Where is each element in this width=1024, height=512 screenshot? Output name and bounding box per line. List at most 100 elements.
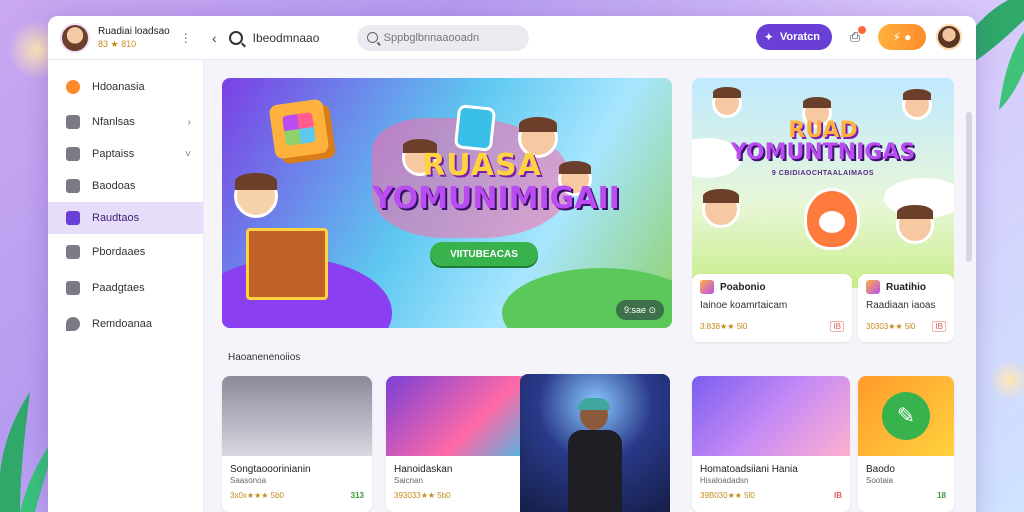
card-subtitle: Sootaia xyxy=(866,476,894,485)
sidebar-item-label: Nfanlsas xyxy=(92,116,135,128)
featured-item-b[interactable]: Ruatihio Raadiaan iaoas 30303★★ 5l0 IB xyxy=(858,274,954,342)
sidebar: Hdoanasia Nfanlsas › Paptaiss ˅ Baodoas … xyxy=(48,60,204,512)
search-bar[interactable] xyxy=(356,24,529,51)
card-meta: 3x0x★★★ 5b0 313 xyxy=(222,485,372,500)
box-icon xyxy=(66,245,80,259)
card-meta: 18 xyxy=(858,485,954,500)
hero-badge: 9:sae ⊙ xyxy=(615,300,664,320)
chart-icon xyxy=(66,211,80,225)
more-menu-icon[interactable]: ⋮ xyxy=(180,31,192,45)
coins-button[interactable]: ⚡ ● xyxy=(878,24,926,50)
sidebar-item-4[interactable]: Raudtaos xyxy=(48,202,203,234)
rating: 393033★★ 5b0 xyxy=(394,491,451,500)
card-thumbnail xyxy=(222,376,372,456)
section-title: Haoanenenoiios xyxy=(228,352,301,363)
content-card[interactable]: Songtaooorinianin Saasonoa 3x0x★★★ 5b0 3… xyxy=(222,376,372,512)
featured-card[interactable]: RUAD YOMUNTNIGAS 9 CBIDIAOCHTAALAIMAOS xyxy=(692,78,954,288)
rating: 39B030★★ 5l0 xyxy=(700,491,755,500)
notification-badge xyxy=(858,26,866,34)
featured-item-head: Poabonio xyxy=(700,280,844,294)
card-meta: 39B030★★ 5l0 IB xyxy=(692,485,850,500)
sidebar-item-2[interactable]: Paptaiss ˅ xyxy=(48,138,203,170)
sidebar-item-6[interactable]: Paadgtaes xyxy=(48,272,203,304)
chevron-down-icon: ˅ xyxy=(185,148,191,160)
card-meta: 393033★★ 5b0 3 xyxy=(386,485,536,500)
profile-stats: 83 ★ 810 xyxy=(98,38,137,49)
page-icon xyxy=(66,281,80,295)
sidebar-item-label: Raudtaos xyxy=(92,212,140,224)
hero-title-line-1: RUASA xyxy=(422,148,542,183)
primary-action-label: Voratcn xyxy=(779,31,820,43)
performer-illustration xyxy=(568,398,622,512)
sidebar-item-5[interactable]: Pbordaaes xyxy=(48,236,203,268)
app-window: Ruadiai loadsao 83 ★ 810 ⋮ ‹ Ibeodmnaao … xyxy=(48,16,976,512)
profile-name: Ruadiai loadsao xyxy=(98,25,170,37)
scrollbar[interactable] xyxy=(966,112,972,262)
avatar[interactable] xyxy=(60,22,90,53)
home-icon xyxy=(66,80,80,94)
document-icon xyxy=(66,147,80,161)
page-title: Ibeodmnaao xyxy=(252,30,320,45)
profile-header[interactable]: Ruadiai loadsao 83 ★ 810 ⋮ xyxy=(48,22,204,53)
video-card[interactable] xyxy=(520,374,670,512)
featured-subtitle: 9 CBIDIAOCHTAALAIMAOS xyxy=(771,170,875,177)
character-illustration xyxy=(902,89,932,120)
sparkle-icon: ✦ xyxy=(763,30,774,44)
featured-item-desc: Raadiaan iaoas xyxy=(866,300,936,311)
rating: 3x0x★★★ 5b0 xyxy=(230,491,284,500)
card-count: 313 xyxy=(350,491,364,500)
card-count: IB xyxy=(834,491,842,500)
sidebar-item-1[interactable]: Nfanlsas › xyxy=(48,106,203,138)
content-card[interactable]: Homatoadsiiani Hania Hisaloadadsn 39B030… xyxy=(692,376,850,512)
hero-banner[interactable]: RUASA YOMUNIMIGAII VIITUBEACAS 9:sae ⊙ xyxy=(222,78,672,328)
featured-item-a[interactable]: Poabonio Iainoe koamrtaicam 3:838★★ 5l0 … xyxy=(692,274,852,342)
featured-item-meta: 3:838★★ 5l0 IB xyxy=(700,321,844,332)
character-illustration xyxy=(234,173,278,218)
mascot-illustration xyxy=(804,188,860,250)
featured-item-meta: 30303★★ 5l0 IB xyxy=(866,321,946,332)
featured-item-name: Poabonio xyxy=(720,281,766,293)
performer-body xyxy=(568,430,622,512)
content-card[interactable]: ✎ Baodo Sootaia 18 xyxy=(858,376,954,512)
top-bar: Ruadiai loadsao 83 ★ 810 ⋮ ‹ Ibeodmnaao … xyxy=(48,16,976,60)
card-thumbnail xyxy=(692,376,850,456)
main-content: RUASA YOMUNIMIGAII VIITUBEACAS 9:sae ⊙ R… xyxy=(204,60,976,512)
house-icon xyxy=(66,115,80,129)
card-title: Songtaooorinianin xyxy=(230,464,311,475)
sidebar-item-home[interactable]: Hdoanasia xyxy=(48,68,203,106)
sidebar-item-7[interactable]: Remdoanaa xyxy=(48,308,203,340)
app-icon xyxy=(700,280,714,294)
stage-illustration xyxy=(246,228,328,300)
sidebar-item-label: Paptaiss xyxy=(92,148,135,160)
card-title: Hanoidaskan xyxy=(394,464,453,475)
content-card[interactable]: Hanoidaskan Saicnan 393033★★ 5b0 3 xyxy=(386,376,536,512)
character-illustration xyxy=(896,205,934,244)
sidebar-item-label: Paadgtaes xyxy=(92,282,145,294)
hero-cta-button[interactable]: VIITUBEACAS xyxy=(430,242,538,266)
phone-illustration xyxy=(453,104,497,152)
character-illustration xyxy=(702,189,740,228)
sidebar-item-label: Baodoas xyxy=(92,180,136,192)
back-arrow-icon[interactable]: ‹ xyxy=(212,30,217,46)
card-thumbnail xyxy=(386,376,536,456)
performer-cap xyxy=(578,398,610,410)
featured-item-name: Ruatihio xyxy=(886,281,926,293)
search-input[interactable] xyxy=(383,31,514,44)
profile-text: Ruadiai loadsao 83 ★ 810 xyxy=(98,26,170,50)
card-subtitle: Saicnan xyxy=(394,476,423,485)
featured-item-desc: Iainoe koamrtaicam xyxy=(700,300,788,311)
image-icon xyxy=(66,179,80,193)
notifications-button[interactable]: ⎙ xyxy=(842,24,868,50)
rating: 3:838★★ 5l0 xyxy=(700,322,748,331)
user-avatar[interactable] xyxy=(936,24,962,50)
hero-title: RUASA YOMUNIMIGAII xyxy=(372,148,620,216)
card-count: 18 xyxy=(937,491,946,500)
tag-badge: IB xyxy=(932,321,946,332)
primary-action-button[interactable]: ✦ Voratcn xyxy=(755,24,832,50)
search-icon[interactable] xyxy=(228,30,243,45)
hero-title-line-2: YOMUNIMIGAII xyxy=(372,181,620,216)
card-title: Baodo xyxy=(866,464,895,475)
featured-title-line-2: YOMUNTNIGAS xyxy=(730,140,916,165)
sidebar-item-3[interactable]: Baodoas xyxy=(48,170,203,202)
tag-badge: IB xyxy=(830,321,844,332)
